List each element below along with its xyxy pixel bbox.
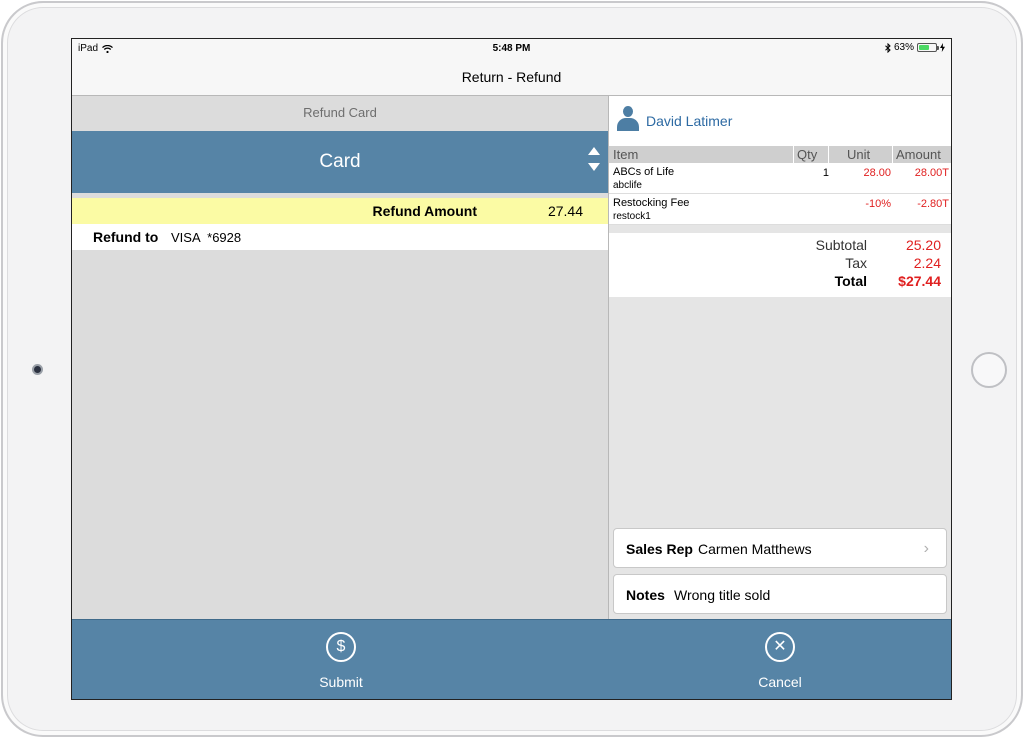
item-qty: 1 — [822, 167, 829, 179]
total-row: Total $27.44 — [609, 273, 951, 291]
column-header-unit: Unit — [847, 147, 871, 162]
battery-tip — [937, 46, 939, 50]
dollar-icon: $ — [326, 632, 356, 662]
status-bar: iPad 5:48 PM 63% — [72, 39, 951, 59]
payment-method-label: Card — [319, 151, 361, 172]
item-name: ABCs of Life — [613, 166, 675, 178]
cancel-button[interactable]: ✕ Cancel — [720, 620, 840, 699]
nav-bar: Return - Refund — [72, 59, 951, 96]
camera — [32, 364, 43, 375]
item-amount: -2.80T — [917, 198, 949, 210]
refund-to-row: Refund to VISA *6928 — [72, 224, 608, 250]
battery-icon — [917, 43, 939, 52]
sales-rep-value: Carmen Matthews — [698, 541, 812, 557]
chevron-right-icon: › — [923, 540, 929, 557]
refund-to-value: VISA *6928 — [171, 230, 242, 245]
battery-level — [919, 45, 930, 50]
column-separator — [828, 146, 829, 163]
tax-value: 2.24 — [913, 255, 941, 271]
tax-row: Tax 2.24 — [609, 255, 951, 273]
submit-label: Submit — [319, 674, 363, 690]
screen: iPad 5:48 PM 63% Return - Refund Refund … — [71, 38, 952, 700]
notes-field[interactable]: Notes Wrong title sold — [613, 574, 947, 614]
item-name: Restocking Fee — [613, 197, 690, 209]
item-sku: abclife — [613, 180, 642, 191]
refund-panel: Refund Card Card Refund Amount 27.44 Ref… — [72, 96, 608, 619]
column-separator — [793, 146, 794, 163]
arrow-down-icon[interactable] — [588, 163, 600, 171]
bottom-toolbar: $ Submit ✕ Cancel — [72, 619, 951, 699]
items-table-header: Item Qty Unit Amount — [609, 146, 951, 163]
refund-to-label: Refund to — [93, 229, 159, 245]
payment-method-selector[interactable]: Card — [72, 131, 608, 193]
total-label: Total — [834, 273, 867, 289]
total-value: $27.44 — [898, 273, 941, 289]
cancel-label: Cancel — [758, 674, 802, 690]
person-icon — [617, 106, 639, 132]
arrow-up-icon[interactable] — [588, 147, 600, 155]
item-unit: -10% — [865, 198, 891, 210]
customer-name[interactable]: David Latimer — [646, 113, 732, 129]
totals-block: Subtotal 25.20 Tax 2.24 Total $27.44 — [609, 233, 951, 297]
person-icon-head — [623, 106, 633, 117]
customer-row[interactable]: David Latimer — [609, 96, 951, 146]
subtotal-row: Subtotal 25.20 — [609, 237, 951, 255]
refund-amount-row[interactable]: Refund Amount 27.44 — [72, 198, 608, 224]
page-title: Return - Refund — [461, 69, 562, 85]
table-row[interactable]: ABCs of Life abclife 1 28.00 28.00T — [609, 163, 951, 194]
sales-rep-label: Sales Rep — [626, 541, 693, 557]
submit-button[interactable]: $ Submit — [281, 620, 401, 699]
column-separator — [892, 146, 893, 163]
item-unit: 28.00 — [863, 167, 891, 179]
selector-arrows[interactable] — [588, 147, 600, 171]
column-header-qty: Qty — [797, 147, 818, 162]
section-title: Refund Card — [72, 96, 608, 131]
notes-value[interactable]: Wrong title sold — [674, 587, 770, 603]
sales-rep-field[interactable]: Sales Rep Carmen Matthews › — [613, 528, 947, 568]
subtotal-label: Subtotal — [815, 237, 867, 253]
tax-label: Tax — [845, 255, 867, 271]
notes-label: Notes — [626, 587, 665, 603]
table-row[interactable]: Restocking Fee restock1 -10% -2.80T — [609, 194, 951, 225]
status-right: 63% — [885, 42, 945, 53]
charging-icon — [940, 43, 945, 52]
status-time: 5:48 PM — [492, 43, 531, 54]
subtotal-value: 25.20 — [905, 237, 941, 253]
person-icon-body — [617, 118, 639, 131]
column-header-amount: Amount — [896, 147, 941, 162]
refund-amount-value[interactable]: 27.44 — [548, 203, 583, 219]
item-sku: restock1 — [613, 211, 651, 222]
battery-percent: 63% — [893, 42, 914, 53]
item-amount: 28.00T — [914, 167, 949, 179]
table-spacer — [609, 225, 951, 233]
close-icon: ✕ — [765, 632, 795, 662]
home-button[interactable] — [971, 352, 1007, 388]
receipt-panel: David Latimer Item Qty Unit Amount ABCs … — [608, 96, 951, 619]
column-header-item: Item — [613, 147, 639, 162]
bluetooth-icon — [885, 42, 891, 53]
refund-amount-label: Refund Amount — [372, 203, 477, 219]
